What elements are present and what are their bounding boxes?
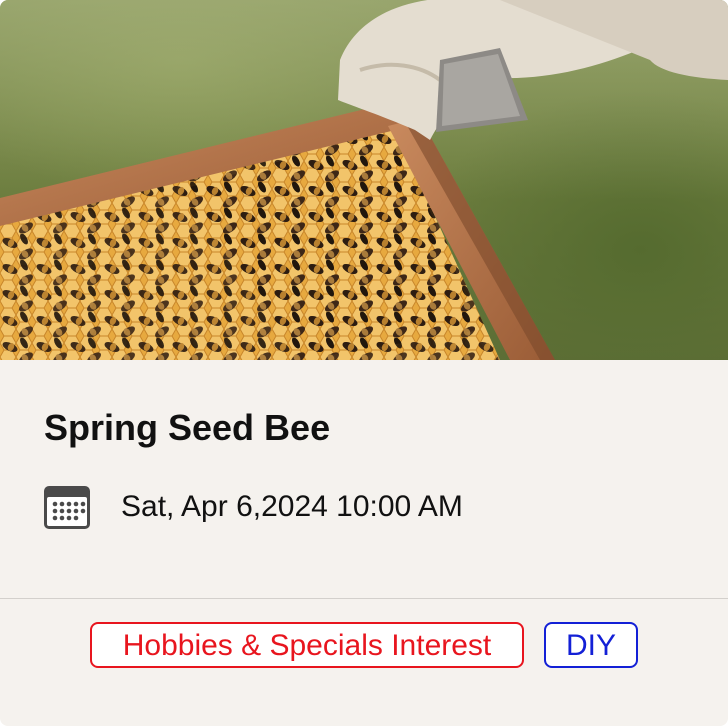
event-image [0,0,728,360]
divider [0,598,728,599]
event-date-row: Sat, Apr 6,2024 10:00 AM [43,482,463,532]
tag-list: Hobbies & Specials Interest DIY [0,622,728,670]
beehive-frame-illustration [0,0,728,360]
event-details [0,360,728,598]
tag-diy[interactable]: DIY [544,622,638,668]
event-title[interactable]: Spring Seed Bee [44,406,330,450]
event-card[interactable]: Spring Seed Bee Sat, Apr 6,2024 10:00 AM… [0,0,728,726]
event-datetime: Sat, Apr 6,2024 10:00 AM [121,490,463,523]
calendar-icon [44,486,90,529]
tag-hobbies-specials-interest[interactable]: Hobbies & Specials Interest [90,622,524,668]
